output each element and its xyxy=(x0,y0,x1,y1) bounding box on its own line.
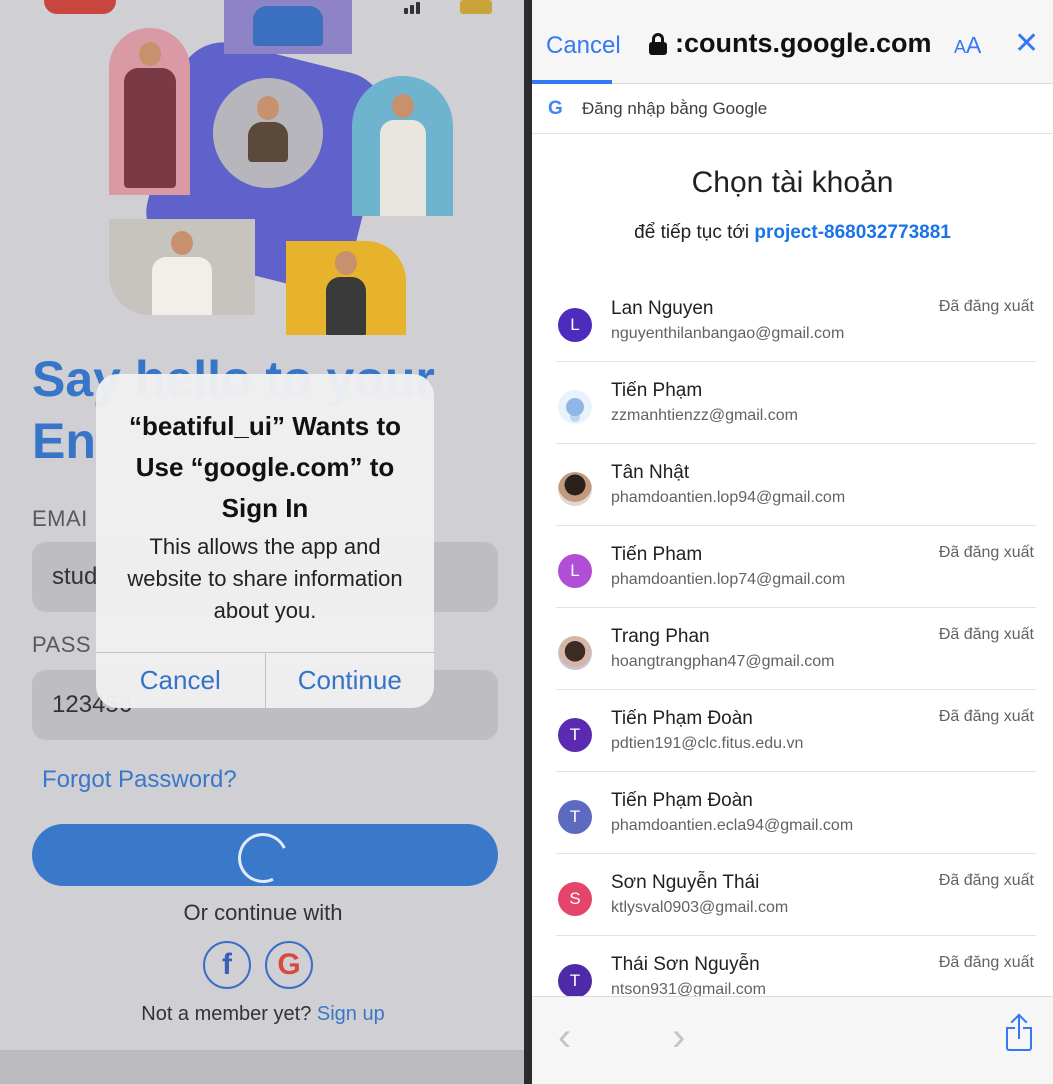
page-subtitle: để tiếp tục tới project-868032773881 xyxy=(532,222,1053,244)
dialog-continue-button[interactable]: Continue xyxy=(264,653,435,708)
account-name: Tiến Phạm Đoàn xyxy=(611,790,753,811)
photo-woman-notebook xyxy=(109,28,190,195)
screenshot-divider xyxy=(524,0,532,1084)
not-member-text: Not a member yet? xyxy=(141,1003,312,1025)
share-icon[interactable] xyxy=(1004,1013,1034,1053)
avatar: L xyxy=(558,308,592,342)
account-row[interactable]: L Tiến Pham phamdoantien.lop74@gmail.com… xyxy=(556,526,1036,608)
account-email: phamdoantien.lop94@gmail.com xyxy=(611,489,846,506)
sign-in-permission-dialog: “beatiful_ui” Wants to Use “google.com” … xyxy=(96,374,434,708)
or-continue-label: Or continue with xyxy=(183,900,343,925)
google-signin-label: Đăng nhập bằng Google xyxy=(582,99,768,118)
sign-up-link[interactable]: Sign up xyxy=(317,1003,385,1025)
account-email: zzmanhtienzz@gmail.com xyxy=(611,407,798,424)
browser-cancel-button[interactable]: Cancel xyxy=(546,32,621,60)
account-email: phamdoantien.ecla94@gmail.com xyxy=(611,817,854,834)
hero-collage xyxy=(0,0,526,350)
google-signin-header: G Đăng nhập bằng Google xyxy=(532,84,1053,134)
account-status: Đã đăng xuất xyxy=(938,626,1034,643)
account-row[interactable]: S Sơn Nguyễn Thái ktlysval0903@gmail.com… xyxy=(556,854,1036,936)
dialog-title: “beatiful_ui” Wants to Use “google.com” … xyxy=(128,411,402,523)
account-name: Tân Nhật xyxy=(611,462,690,483)
avatar: L xyxy=(558,554,592,588)
google-login-button[interactable]: G xyxy=(265,941,313,989)
account-name: Tiến Phạm Đoàn xyxy=(611,708,753,729)
facebook-login-button[interactable]: f xyxy=(203,941,251,989)
account-status: Đã đăng xuất xyxy=(938,954,1034,971)
back-chevron-icon[interactable]: ‹ xyxy=(558,1015,571,1060)
lock-icon xyxy=(649,33,667,55)
photo-woman-laptop xyxy=(213,78,323,188)
browser-bottom-bar: ‹ › xyxy=(532,996,1053,1084)
subtitle-prefix: để tiếp tục tới xyxy=(634,222,750,243)
photo-woman-smiling xyxy=(109,219,255,315)
account-name: Tiến Pham xyxy=(611,544,703,565)
browser-toolbar: Cancel :counts.google.com AA ✕ xyxy=(532,0,1053,84)
text-size-button[interactable]: AA xyxy=(954,32,981,59)
account-status: Đã đăng xuất xyxy=(938,544,1034,561)
account-email: hoangtrangphan47@gmail.com xyxy=(611,653,835,670)
account-status: Đã đăng xuất xyxy=(938,872,1034,889)
account-row[interactable]: L Lan Nguyen nguyenthilanbangao@gmail.co… xyxy=(556,280,1036,362)
account-row[interactable]: Tân Nhật phamdoantien.lop94@gmail.com xyxy=(556,444,1036,526)
avatar: S xyxy=(558,882,592,916)
page-title: Chọn tài khoản xyxy=(691,166,894,199)
account-email: phamdoantien.lop74@gmail.com xyxy=(611,571,846,588)
forgot-password-link[interactable]: Forgot Password? xyxy=(42,766,237,794)
robot-avatar-icon xyxy=(558,390,592,424)
account-status: Đã đăng xuất xyxy=(938,298,1034,315)
account-row[interactable]: Tiến Phạm zzmanhtienzz@gmail.com xyxy=(556,362,1036,444)
account-name: Sơn Nguyễn Thái xyxy=(611,872,760,893)
password-label: PASS xyxy=(32,632,92,657)
google-logo-icon: G xyxy=(548,98,563,119)
avatar: T xyxy=(558,800,592,834)
dialog-message: This allows the app and website to share… xyxy=(127,534,403,623)
close-icon[interactable]: ✕ xyxy=(1014,26,1039,61)
dialog-buttons: Cancel Continue xyxy=(96,652,434,708)
google-icon: G xyxy=(277,948,301,981)
account-name: Thái Sơn Nguyễn xyxy=(611,954,760,975)
email-label: EMAI xyxy=(32,506,88,531)
account-row[interactable]: Trang Phan hoangtrangphan47@gmail.com Đã… xyxy=(556,608,1036,690)
text-size-small-a: A xyxy=(954,37,967,57)
photo-boy-chair xyxy=(286,241,406,335)
photo-man-laptop xyxy=(352,76,453,216)
signup-prompt: Not a member yet? Sign up xyxy=(0,1003,526,1026)
email-value: stud xyxy=(52,563,98,590)
photo-person-top xyxy=(224,0,352,54)
account-row[interactable]: T Tiến Phạm Đoàn pdtien191@clc.fitus.edu… xyxy=(556,690,1036,772)
account-status: Đã đăng xuất xyxy=(938,708,1034,725)
avatar xyxy=(558,472,592,506)
account-email: nguyenthilanbangao@gmail.com xyxy=(611,325,845,342)
project-link[interactable]: project-868032773881 xyxy=(754,222,950,243)
account-name: Tiến Phạm xyxy=(611,380,703,401)
app-login-screen: Say hello to your En EMAI stud PASS 1234… xyxy=(0,0,526,1084)
forward-chevron-icon[interactable]: › xyxy=(672,1015,685,1060)
account-name: Lan Nguyen xyxy=(611,298,714,319)
account-email: ktlysval0903@gmail.com xyxy=(611,899,789,916)
avatar: T xyxy=(558,718,592,752)
account-row[interactable]: T Tiến Phạm Đoàn phamdoantien.ecla94@gma… xyxy=(556,772,1036,854)
facebook-icon: f xyxy=(222,948,232,981)
google-account-chooser: Cancel :counts.google.com AA ✕ G Đăng nh… xyxy=(532,0,1053,1084)
account-list: L Lan Nguyen nguyenthilanbangao@gmail.co… xyxy=(556,280,1036,1018)
dialog-cancel-button[interactable]: Cancel xyxy=(96,653,265,708)
text-size-large-a: A xyxy=(966,32,982,58)
avatar: T xyxy=(558,964,592,998)
address-bar-url[interactable]: :counts.google.com xyxy=(675,28,932,59)
account-name: Trang Phan xyxy=(611,626,710,647)
account-email: pdtien191@clc.fitus.edu.vn xyxy=(611,735,804,752)
bottom-safe-area xyxy=(0,1050,526,1084)
avatar xyxy=(558,636,592,670)
